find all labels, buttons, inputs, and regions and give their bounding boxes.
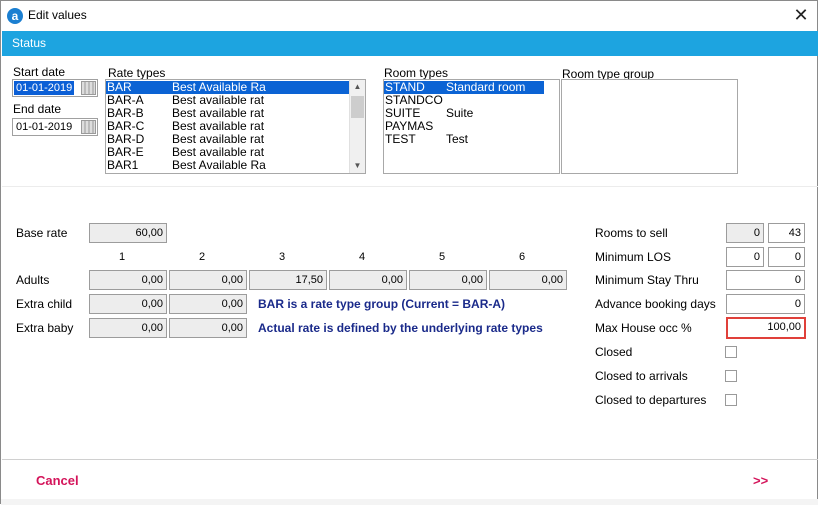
cancel-button[interactable]: Cancel: [36, 473, 79, 488]
scroll-down-icon[interactable]: ▼: [350, 159, 365, 173]
max-house-occ-field[interactable]: 100,00: [726, 317, 806, 339]
column-header: 5: [438, 251, 446, 263]
column-header: 1: [118, 251, 126, 263]
adults-rate-field[interactable]: 17,50: [249, 270, 327, 290]
scrollbar-thumb[interactable]: [351, 96, 364, 118]
column-header: 3: [278, 251, 286, 263]
room-type-group-list[interactable]: [561, 79, 738, 174]
advance-booking-field[interactable]: 0: [726, 294, 805, 314]
room-types-list[interactable]: STAND Standard room STANDCO SUITE Suite PA…: [383, 79, 560, 174]
rate-group-info: BAR is a rate type group (Current = BAR-…: [258, 297, 506, 311]
advance-booking-label: Advance booking days: [595, 297, 716, 311]
calendar-icon[interactable]: [81, 81, 96, 95]
background-strip: [1, 499, 818, 505]
closed-to-arrivals-checkbox[interactable]: [725, 370, 737, 382]
status-bar: Status: [2, 31, 818, 56]
closed-label: Closed: [595, 345, 633, 359]
window-title: Edit values: [28, 8, 87, 22]
close-icon[interactable]: ✕: [789, 3, 813, 27]
extra-baby-label: Extra baby: [16, 321, 74, 335]
adults-rate-field[interactable]: 0,00: [89, 270, 167, 290]
room-types-label: Room types: [384, 66, 449, 80]
closed-to-departures-checkbox[interactable]: [725, 394, 737, 406]
rooms-to-sell-field[interactable]: 0: [726, 223, 764, 243]
start-date-label: Start date: [13, 65, 66, 79]
adults-rate-field[interactable]: 0,00: [489, 270, 567, 290]
column-header: 4: [358, 251, 366, 263]
min-stay-thru-field[interactable]: 0: [726, 270, 805, 290]
list-item[interactable]: TEST Test: [384, 133, 544, 146]
base-rate-field[interactable]: 60,00: [89, 223, 167, 243]
footer-divider: [2, 459, 818, 460]
extra-child-label: Extra child: [16, 297, 73, 311]
rate-types-label: Rate types: [108, 66, 166, 80]
title-bar: a Edit values ✕: [1, 1, 817, 31]
rooms-to-sell-field[interactable]: 43: [768, 223, 805, 243]
edit-values-dialog: a Edit values ✕ Status Start date 01-01-…: [0, 0, 818, 505]
end-date-field[interactable]: 01-01-2019: [12, 118, 98, 136]
adults-rate-field[interactable]: 0,00: [329, 270, 407, 290]
column-header: 6: [518, 251, 526, 263]
calendar-icon[interactable]: [81, 120, 96, 134]
extra-child-rate-field[interactable]: 0,00: [169, 294, 247, 314]
min-stay-thru-label: Minimum Stay Thru: [595, 273, 699, 287]
scroll-up-icon[interactable]: ▲: [350, 80, 365, 94]
status-label: Status: [12, 36, 47, 50]
extra-child-rate-field[interactable]: 0,00: [89, 294, 167, 314]
next-button[interactable]: >>: [753, 473, 768, 488]
extra-baby-rate-field[interactable]: 0,00: [89, 318, 167, 338]
base-rate-label: Base rate: [16, 226, 68, 240]
start-date-field[interactable]: 01-01-2019: [12, 79, 98, 97]
app-logo-icon: a: [7, 8, 23, 24]
adults-rate-field[interactable]: 0,00: [169, 270, 247, 290]
closed-to-departures-label: Closed to departures: [595, 393, 707, 407]
end-date-label: End date: [13, 102, 62, 116]
min-los-label: Minimum LOS: [595, 250, 672, 264]
extra-baby-rate-field[interactable]: 0,00: [169, 318, 247, 338]
underlying-rate-info: Actual rate is defined by the underlying…: [258, 321, 543, 335]
rate-types-list[interactable]: BAR Best Available Ra BAR-A Best available…: [105, 79, 366, 174]
adults-label: Adults: [16, 273, 50, 287]
end-date-value: 01-01-2019: [16, 121, 73, 133]
list-item[interactable]: BAR1 Best Available Ra: [106, 159, 349, 172]
max-house-occ-label: Max House occ %: [595, 321, 692, 335]
column-header: 2: [198, 251, 206, 263]
min-los-field[interactable]: 0: [768, 247, 805, 267]
rooms-to-sell-label: Rooms to sell: [595, 226, 668, 240]
section-divider: [2, 186, 818, 187]
adults-rate-field[interactable]: 0,00: [409, 270, 487, 290]
start-date-value: 01-01-2019: [14, 81, 75, 95]
closed-to-arrivals-label: Closed to arrivals: [595, 369, 688, 383]
rate-types-scrollbar[interactable]: ▲ ▼: [349, 80, 365, 173]
closed-checkbox[interactable]: [725, 346, 737, 358]
min-los-field[interactable]: 0: [726, 247, 764, 267]
